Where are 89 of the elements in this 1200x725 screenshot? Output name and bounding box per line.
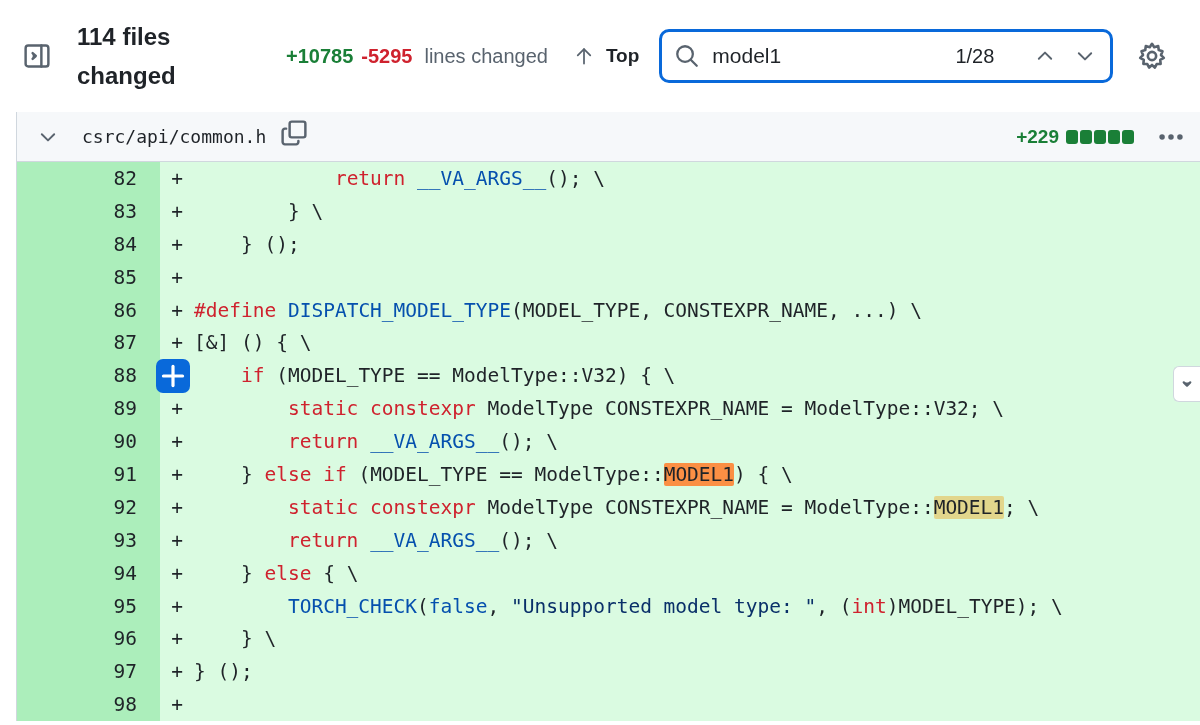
code-string: "Unsupported model type: " (511, 594, 817, 618)
code-keyword: return (287, 430, 359, 454)
additions-count: +229 (1016, 125, 1059, 148)
line-number: 92 (17, 490, 160, 524)
diff-marker: + (171, 166, 183, 190)
code-identifier: false (428, 594, 488, 618)
code-text: ) { \ (734, 462, 793, 486)
code-text: { \ (323, 561, 359, 585)
code-keyword: int (851, 594, 887, 618)
line-number: 94 (17, 556, 160, 590)
code-text: } (240, 561, 254, 585)
line-number: 86 (17, 293, 160, 327)
match-count: 1/28 (955, 44, 995, 68)
line-number: 93 (17, 523, 160, 557)
code-text: } (240, 462, 254, 486)
code-text: (); \ (499, 528, 558, 552)
code-text: } \ (287, 199, 324, 223)
additions-count: +10785 (286, 44, 354, 68)
search-match-current: MODEL1 (663, 462, 735, 486)
code-identifier: __VA_ARGS__ (370, 528, 500, 552)
line-number: 96 (17, 622, 160, 656)
settings-icon[interactable] (1137, 41, 1168, 71)
diff-marker: + (171, 693, 183, 717)
code-identifier: __VA_ARGS__ (417, 166, 547, 190)
code-keyword: else if (264, 462, 347, 486)
code-text: (); \ (546, 166, 605, 190)
diff-marker: + (171, 462, 183, 486)
dropdown-caret-icon[interactable] (1173, 366, 1200, 402)
code-text: )MODEL_TYPE); \ (886, 594, 1063, 618)
code-text: , ( (816, 594, 852, 618)
code-text: ModelType CONSTEXPR_NAME = ModelType::V32; \ (487, 397, 1005, 421)
code-keyword: return (287, 528, 359, 552)
line-number: 85 (17, 260, 160, 294)
code-text: (MODEL_TYPE == ModelType:: (358, 462, 664, 486)
line-number: 83 (17, 194, 160, 228)
deletions-count: -5295 (361, 44, 413, 68)
code-text: (MODEL_TYPE == ModelType::V32) { \ (276, 364, 676, 388)
line-number: 95 (17, 589, 160, 623)
code-text: ; \ (1004, 495, 1040, 519)
line-number: 91 (17, 458, 160, 491)
line-number: 84 (17, 227, 160, 261)
sidebar-toggle-icon[interactable] (23, 42, 51, 70)
diff-marker: + (171, 594, 183, 618)
code-keyword: #define (194, 298, 277, 322)
code-keyword: return (334, 166, 406, 190)
code-text: (MODEL_TYPE, CONSTEXPR_NAME, ...) \ (511, 298, 922, 322)
copy-icon[interactable] (280, 118, 309, 147)
code-keyword: if (240, 364, 265, 388)
diff-marker: + (171, 265, 183, 289)
diff-marker: + (171, 331, 183, 355)
files-changed-title: 114 files changed (77, 22, 177, 91)
code-keyword: static constexpr (287, 397, 476, 421)
search-field[interactable]: model1 (712, 44, 956, 68)
line-number: 87 (17, 326, 160, 360)
add-comment-icon[interactable] (156, 358, 190, 393)
code-identifier: DISPATCH_MODEL_TYPE (287, 298, 511, 322)
code-identifier: TORCH_CHECK (287, 594, 418, 618)
file-path: csrc/api/common.h (82, 126, 267, 147)
top-button[interactable]: Top (565, 39, 648, 73)
diff-marker: + (171, 627, 183, 651)
code-text: [&] () { \ (194, 331, 312, 355)
code-text: , (487, 594, 501, 618)
code-text: } \ (240, 627, 277, 651)
diff-marker: + (171, 430, 183, 454)
search-match: MODEL1 (933, 495, 1005, 519)
diff-marker: + (171, 495, 183, 519)
lines-changed-label: lines changed (424, 44, 548, 68)
code-text: } (); (194, 660, 253, 684)
line-number: 82 (17, 162, 160, 195)
line-number: 90 (17, 425, 160, 458)
diff-marker: + (171, 199, 183, 223)
line-number: 97 (17, 655, 160, 689)
code-text: ModelType CONSTEXPR_NAME = ModelType:: (487, 495, 934, 519)
diff-marker: + (171, 298, 183, 322)
line-number: 89 (17, 392, 160, 426)
search-icon (674, 43, 701, 69)
code-keyword: else (264, 561, 312, 585)
code-keyword: static constexpr (287, 495, 476, 519)
diff-marker: + (171, 660, 183, 684)
line-number: 88 (17, 359, 160, 393)
line-number: 98 (17, 688, 160, 722)
code-identifier: __VA_ARGS__ (370, 430, 500, 454)
diff-marker: + (171, 561, 183, 585)
diff-marker: + (171, 232, 183, 256)
diff-marker: + (171, 528, 183, 552)
code-text: } (); (240, 232, 300, 256)
code-text: ( (417, 594, 429, 618)
diff-marker: + (171, 397, 183, 421)
code-text: (); \ (499, 430, 558, 454)
